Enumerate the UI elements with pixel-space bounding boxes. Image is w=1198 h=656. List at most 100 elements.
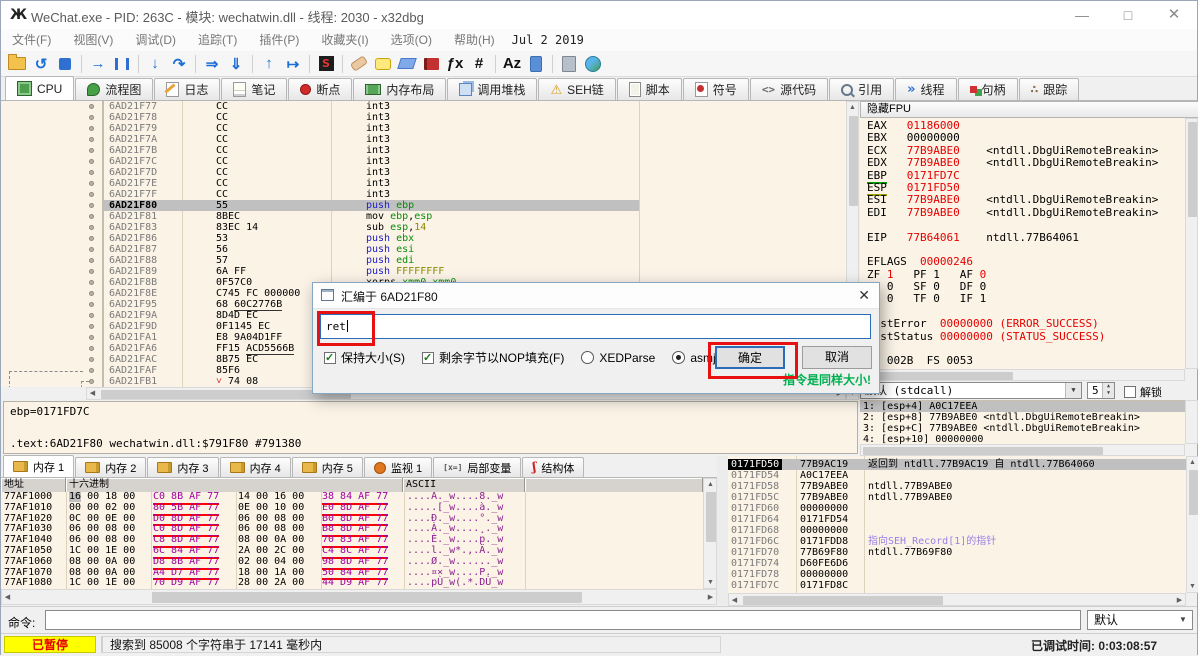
stack-row[interactable]: 0171FD6800000000 — [728, 525, 1186, 536]
disasm-row[interactable]: 6AD21F7ECCint3 — [1, 178, 846, 189]
skip-down-icon[interactable]: ⇓ — [225, 53, 247, 75]
disasm-row[interactable]: 6AD21F7ACCint3 — [1, 134, 846, 145]
breakpoint-dot-icon[interactable] — [89, 126, 94, 131]
stack-row[interactable]: 0171FD5C77B9ABE0ntdll.77B9ABE0 — [728, 492, 1186, 503]
stack-vscrollbar[interactable]: ▲▼ — [1186, 456, 1198, 593]
tab-SEH链[interactable]: ⚠SEH链 — [538, 78, 615, 100]
dropdown-arrow-icon[interactable]: ▼ — [1065, 383, 1081, 398]
breakpoint-dot-icon[interactable] — [89, 324, 94, 329]
breakpoint-dot-icon[interactable] — [89, 137, 94, 142]
tab-CPU[interactable]: CPU — [5, 76, 74, 100]
arguments-view[interactable]: 1: [esp+4] A0C17EEA2: [esp+8] 77B9ABE0 <… — [860, 400, 1185, 445]
tab-流程图[interactable]: 流程图 — [75, 78, 153, 100]
tab-日志[interactable]: 日志 — [154, 78, 220, 100]
spinner-arrows-icon[interactable]: ▲▼ — [1102, 383, 1114, 398]
menu-item[interactable]: 视图(V) — [62, 29, 124, 51]
radio-icon[interactable] — [581, 351, 594, 364]
cancel-button[interactable]: 取消 — [802, 346, 872, 369]
dropdown-arrow-icon[interactable]: ▼ — [1175, 612, 1191, 628]
labels-icon[interactable] — [396, 53, 418, 75]
breakpoint-dot-icon[interactable] — [89, 379, 94, 384]
command-mode-select[interactable]: 默认 ▼ — [1087, 610, 1193, 630]
breakpoint-dot-icon[interactable] — [89, 357, 94, 362]
stack-hscrollbar[interactable]: ◀▶ — [728, 593, 1186, 606]
disasm-row[interactable]: 6AD21F8857push edi — [1, 255, 846, 266]
tab-句柄[interactable]: 句柄 — [958, 78, 1018, 100]
tab-内存 3[interactable]: 内存 3 — [147, 457, 218, 477]
stack-row[interactable]: 0171FD6000000000 — [728, 503, 1186, 514]
register-line[interactable]: LastStatus 00000000 (STATUS_SUCCESS) — [867, 331, 1185, 343]
tab-源代码[interactable]: <>源代码 — [750, 78, 828, 100]
tab-内存 4[interactable]: 内存 4 — [220, 457, 291, 477]
hide-fpu-button[interactable]: 隐藏FPU — [860, 101, 1198, 118]
step-into-icon[interactable]: ↓ — [144, 53, 166, 75]
tab-调用堆栈[interactable]: 调用堆栈 — [447, 78, 537, 100]
stack-row[interactable]: 0171FD640171FD54 — [728, 514, 1186, 525]
stack-row[interactable]: 0171FD7077B69F80ntdll.77B69F80 — [728, 547, 1186, 558]
tab-内存布局[interactable]: 内存布局 — [353, 78, 446, 100]
assemble-instruction-input[interactable]: ret — [320, 314, 871, 339]
font-icon[interactable]: Az — [501, 53, 523, 75]
tab-脚本[interactable]: 脚本 — [617, 78, 682, 100]
arguments-vscrollbar[interactable] — [1185, 400, 1198, 444]
disasm-row[interactable]: 6AD21F8653push ebx — [1, 233, 846, 244]
stack-row[interactable]: 0171FD6C0171FDD8指向SEH_Record[1]的指针 — [728, 536, 1186, 547]
run-to-user-code-icon[interactable]: ↦ — [282, 53, 304, 75]
breakpoint-dot-icon[interactable] — [89, 181, 94, 186]
calling-convention-select[interactable]: 默认 (stdcall) ▼ — [860, 382, 1082, 399]
breakpoint-dot-icon[interactable] — [89, 302, 94, 307]
minimize-button[interactable]: — — [1059, 1, 1105, 29]
maximize-button[interactable]: □ — [1105, 1, 1151, 29]
breakpoint-dot-icon[interactable] — [89, 269, 94, 274]
patches-icon[interactable] — [348, 53, 370, 75]
dump-row[interactable]: 77AF101000 00 02 0080 5B AF 770E 00 10 0… — [1, 503, 703, 514]
disasm-row[interactable]: 6AD21F818BECmov ebp,esp — [1, 211, 846, 222]
register-line[interactable]: EIP 77B64061 ntdll.77B64061 — [867, 232, 1185, 244]
xedparse-radio[interactable]: XEDParse — [581, 351, 655, 365]
breakpoint-dot-icon[interactable] — [89, 214, 94, 219]
menu-item[interactable]: 追踪(T) — [187, 29, 248, 51]
unlock-checkbox[interactable]: 解锁 — [1124, 384, 1162, 400]
breakpoint-dot-icon[interactable] — [89, 291, 94, 296]
breakpoint-dot-icon[interactable] — [89, 225, 94, 230]
dump-row[interactable]: 77AF106008 00 0A 00D8 8B AF 7702 00 04 0… — [1, 557, 703, 568]
breakpoint-dot-icon[interactable] — [89, 104, 94, 109]
comments-icon[interactable] — [372, 53, 394, 75]
pane-splitter[interactable] — [717, 456, 728, 605]
registers-vscrollbar[interactable] — [1185, 118, 1198, 369]
pause-icon[interactable] — [111, 53, 133, 75]
disasm-row[interactable]: 6AD21F7BCCint3 — [1, 145, 846, 156]
step-out-icon[interactable]: ↑ — [258, 53, 280, 75]
tab-跟踪[interactable]: ∴跟踪 — [1019, 78, 1080, 100]
disasm-row[interactable]: 6AD21F7DCCint3 — [1, 167, 846, 178]
open-file-icon[interactable] — [6, 53, 28, 75]
memory-dump-view[interactable]: 77AF100016 00 18 00C0 8B AF 7714 00 16 0… — [1, 492, 703, 589]
tab-监视 1[interactable]: 监视 1 — [364, 457, 432, 477]
dump-vscrollbar[interactable]: ▲▼ — [703, 478, 717, 589]
dump-header-address[interactable]: 地址 — [1, 478, 66, 492]
stack-row[interactable]: 0171FD5877B9ABE0ntdll.77B9ABE0 — [728, 481, 1186, 492]
menu-item[interactable]: 文件(F) — [1, 29, 62, 51]
disasm-row[interactable]: 6AD21F7FCCint3 — [1, 189, 846, 200]
breakpoint-dot-icon[interactable] — [89, 346, 94, 351]
breakpoint-dot-icon[interactable] — [89, 247, 94, 252]
stack-row[interactable]: 0171FD74D60FE6D6 — [728, 558, 1186, 569]
dump-header-hex[interactable]: 十六进制 — [66, 478, 403, 492]
device-icon[interactable] — [525, 53, 547, 75]
disasm-row[interactable]: 6AD21F79CCint3 — [1, 123, 846, 134]
calculator-icon[interactable] — [558, 53, 580, 75]
breakpoint-dot-icon[interactable] — [89, 148, 94, 153]
step-over-icon[interactable]: ↷ — [168, 53, 190, 75]
stack-view[interactable]: 0171FD5077B9AC19返回到 ntdll.77B9AC19 自 ntd… — [728, 456, 1186, 593]
tab-内存 2[interactable]: 内存 2 — [75, 457, 146, 477]
menu-item[interactable]: 收藏夹(I) — [310, 29, 379, 51]
menu-item[interactable]: 选项(O) — [380, 29, 443, 51]
argument-row[interactable]: 3: [esp+C] 77B9ABE0 <ntdll.DbgUiRemoteBr… — [860, 423, 1185, 434]
title-bar[interactable]: Ж WeChat.exe - PID: 263C - 模块: wechatwin… — [1, 1, 1197, 30]
breakpoint-dot-icon[interactable] — [89, 203, 94, 208]
arguments-hscrollbar[interactable] — [860, 444, 1185, 456]
nop-fill-checkbox[interactable]: 剩余字节以NOP填充(F) — [422, 349, 564, 366]
command-input[interactable] — [45, 610, 1081, 630]
stack-row[interactable]: 0171FD5077B9AC19返回到 ntdll.77B9AC19 自 ntd… — [728, 459, 1186, 470]
settings-icon[interactable]: S — [315, 53, 337, 75]
